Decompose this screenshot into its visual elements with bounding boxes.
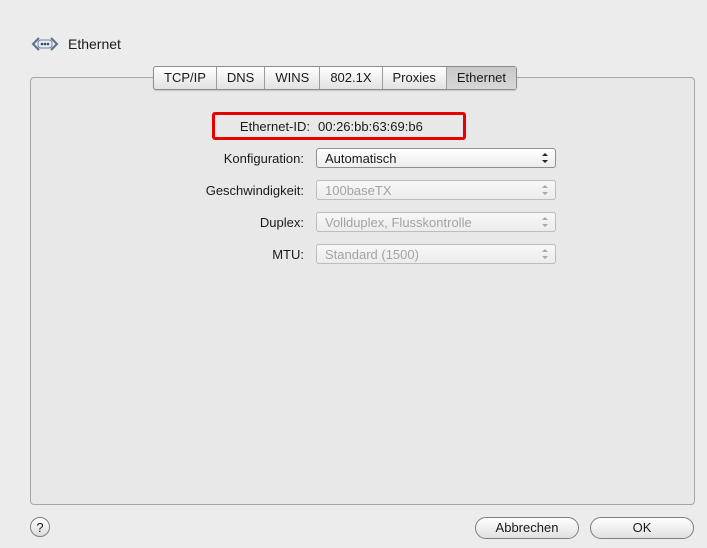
geschwindigkeit-value: 100baseTX xyxy=(325,182,392,198)
tab-ethernet[interactable]: Ethernet xyxy=(446,67,517,89)
tab-bar: TCP/IP DNS WINS 802.1X Proxies Ethernet xyxy=(153,66,518,90)
mtu-label: MTU: xyxy=(272,246,304,262)
duplex-value: Vollduplex, Flusskontrolle xyxy=(325,214,472,230)
ethernet-id-label: Ethernet-ID: xyxy=(239,118,310,134)
tab-proxies[interactable]: Proxies xyxy=(383,67,447,89)
geschwindigkeit-row: Geschwindigkeit: 100baseTX xyxy=(0,178,556,202)
duplex-label: Duplex: xyxy=(259,214,304,230)
ethernet-id-row: Ethernet-ID: 00:26:bb:63:69:b6 xyxy=(0,114,423,138)
popup-arrows-icon xyxy=(542,153,548,163)
konfiguration-label: Konfiguration: xyxy=(223,150,304,166)
popup-arrows-icon xyxy=(542,249,548,259)
popup-arrows-icon xyxy=(542,217,548,227)
mtu-value: Standard (1500) xyxy=(325,246,419,262)
mtu-row: MTU: Standard (1500) xyxy=(0,242,556,266)
tab-8021x[interactable]: 802.1X xyxy=(320,67,383,89)
konfiguration-select[interactable]: Automatisch xyxy=(316,148,556,168)
duplex-row: Duplex: Vollduplex, Flusskontrolle xyxy=(0,210,556,234)
mtu-select[interactable]: Standard (1500) xyxy=(316,244,556,264)
konfiguration-row: Konfiguration: Automatisch xyxy=(0,146,556,170)
header-title: Ethernet xyxy=(68,36,121,52)
popup-arrows-icon xyxy=(542,185,548,195)
help-button[interactable]: ? xyxy=(30,517,50,537)
cancel-button[interactable]: Abbrechen xyxy=(475,517,579,539)
ethernet-panel xyxy=(30,77,695,505)
duplex-select[interactable]: Vollduplex, Flusskontrolle xyxy=(316,212,556,232)
geschwindigkeit-select[interactable]: 100baseTX xyxy=(316,180,556,200)
tab-tcpip[interactable]: TCP/IP xyxy=(154,67,217,89)
ok-button[interactable]: OK xyxy=(590,517,694,539)
tab-wins[interactable]: WINS xyxy=(265,67,321,89)
ethernet-icon xyxy=(31,37,59,51)
geschwindigkeit-label: Geschwindigkeit: xyxy=(205,182,304,198)
header: Ethernet xyxy=(30,33,121,55)
tab-dns[interactable]: DNS xyxy=(217,67,266,89)
konfiguration-value: Automatisch xyxy=(325,150,397,166)
ethernet-id-value: 00:26:bb:63:69:b6 xyxy=(318,118,423,134)
